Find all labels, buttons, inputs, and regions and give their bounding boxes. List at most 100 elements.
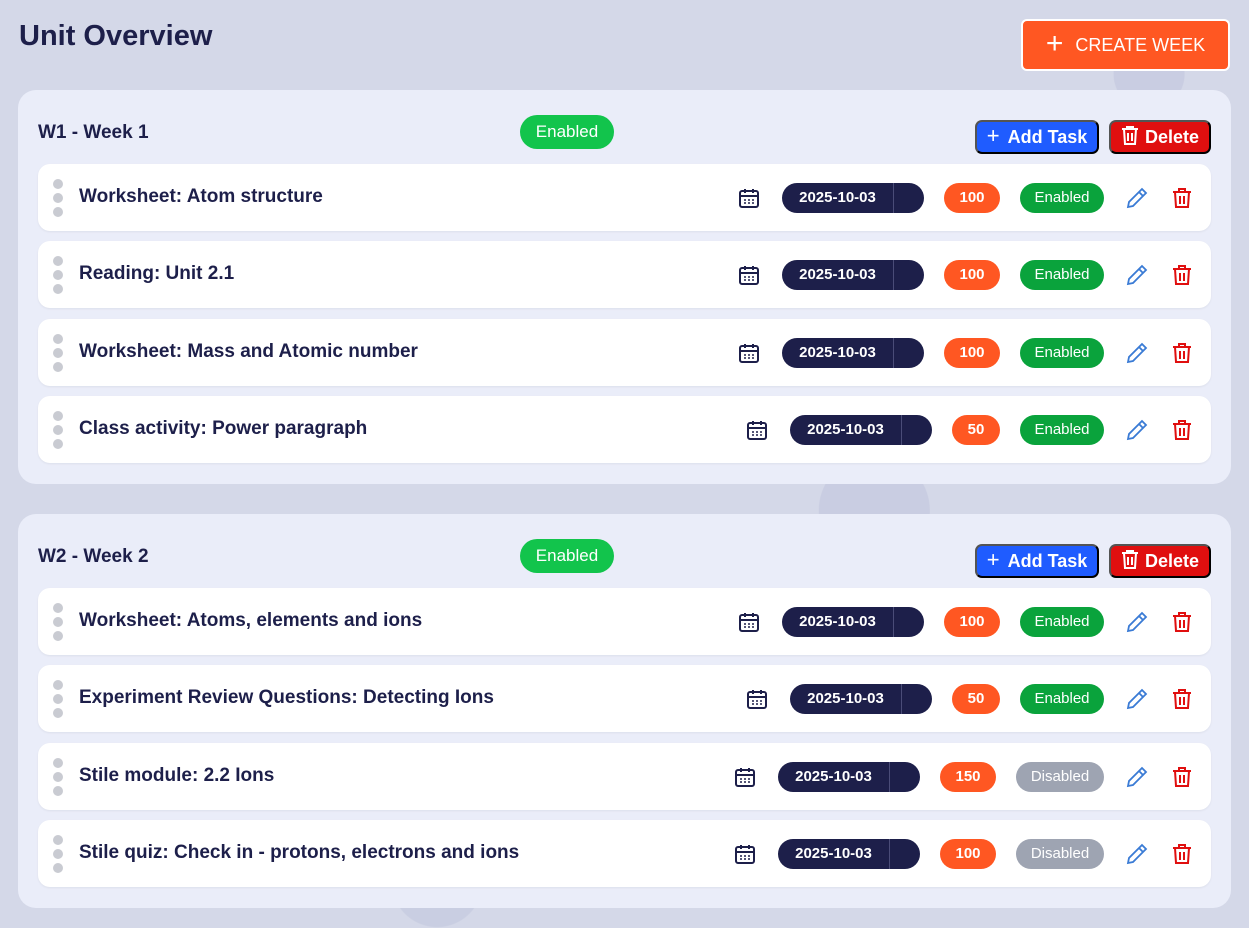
task-title: Reading: Unit 2.1 xyxy=(79,263,235,284)
trash-icon xyxy=(1121,549,1139,574)
due-date: 2025-10-03 xyxy=(799,344,876,361)
week-status-badge[interactable]: Enabled xyxy=(520,539,614,573)
points-badge: 100 xyxy=(944,182,1000,213)
due-date-pill[interactable]: 2025-10-03 xyxy=(782,337,924,368)
pencil-icon[interactable] xyxy=(1124,686,1150,712)
create-week-label: CREATE WEEK xyxy=(1075,34,1206,55)
pencil-icon[interactable] xyxy=(1124,841,1150,867)
task-title: Worksheet: Atom structure xyxy=(79,186,323,207)
page-title: Unit Overview xyxy=(19,20,213,52)
drag-handle-icon[interactable] xyxy=(53,411,63,449)
task-status-badge[interactable]: Enabled xyxy=(1020,414,1104,445)
calendar-icon[interactable] xyxy=(738,187,760,209)
trash-icon[interactable] xyxy=(1169,609,1195,635)
pencil-icon[interactable] xyxy=(1124,262,1150,288)
plus-icon: + xyxy=(1045,26,1064,60)
task-status-badge[interactable]: Enabled xyxy=(1020,259,1104,290)
points-badge: 150 xyxy=(940,761,996,792)
calendar-icon[interactable] xyxy=(734,843,756,865)
calendar-icon[interactable] xyxy=(738,611,760,633)
plus-icon: + xyxy=(986,547,1000,572)
drag-handle-icon[interactable] xyxy=(53,334,63,372)
points-badge: 100 xyxy=(944,606,1000,637)
add-task-button[interactable]: + Add Task xyxy=(975,544,1099,578)
points-badge: 100 xyxy=(940,838,996,869)
add-task-label: Add Task xyxy=(1007,126,1088,147)
pencil-icon[interactable] xyxy=(1124,764,1150,790)
points-badge: 50 xyxy=(952,683,1000,714)
due-date-pill[interactable]: 2025-10-03 xyxy=(782,606,924,637)
task-title: Worksheet: Atoms, elements and ions xyxy=(79,610,423,631)
task-row[interactable]: Worksheet: Atom structure 2025-10-03 100… xyxy=(38,164,1211,231)
task-row[interactable]: Class activity: Power paragraph 2025-10-… xyxy=(38,396,1211,463)
task-status-badge[interactable]: Disabled xyxy=(1016,838,1104,869)
trash-icon[interactable] xyxy=(1169,417,1195,443)
drag-handle-icon[interactable] xyxy=(53,603,63,641)
task-title: Class activity: Power paragraph xyxy=(79,418,368,439)
trash-icon[interactable] xyxy=(1169,340,1195,366)
task-status-badge[interactable]: Enabled xyxy=(1020,683,1104,714)
delete-label: Delete xyxy=(1144,126,1200,147)
task-status-badge[interactable]: Enabled xyxy=(1020,606,1104,637)
due-date: 2025-10-03 xyxy=(799,189,876,206)
trash-icon[interactable] xyxy=(1169,262,1195,288)
week-title: W1 - Week 1 xyxy=(38,122,149,143)
task-title: Worksheet: Mass and Atomic number xyxy=(79,341,418,362)
drag-handle-icon[interactable] xyxy=(53,758,63,796)
add-task-button[interactable]: + Add Task xyxy=(975,120,1099,154)
points-badge: 100 xyxy=(944,337,1000,368)
week-card: W1 - Week 1 Enabled + Add Task Delete Wo… xyxy=(18,90,1231,484)
task-title: Experiment Review Questions: Detecting I… xyxy=(79,687,494,708)
due-date: 2025-10-03 xyxy=(795,768,872,785)
pencil-icon[interactable] xyxy=(1124,340,1150,366)
task-row[interactable]: Stile quiz: Check in - protons, electron… xyxy=(38,820,1211,887)
delete-week-button[interactable]: Delete xyxy=(1109,544,1211,578)
drag-handle-icon[interactable] xyxy=(53,256,63,294)
trash-icon[interactable] xyxy=(1169,841,1195,867)
due-date-pill[interactable]: 2025-10-03 xyxy=(778,761,920,792)
points-badge: 50 xyxy=(952,414,1000,445)
task-title: Stile module: 2.2 Ions xyxy=(79,765,275,786)
due-date-pill[interactable]: 2025-10-03 xyxy=(782,182,924,213)
week-status-badge[interactable]: Enabled xyxy=(520,115,614,149)
trash-icon[interactable] xyxy=(1169,686,1195,712)
calendar-icon[interactable] xyxy=(746,419,768,441)
due-date-pill[interactable]: 2025-10-03 xyxy=(790,683,932,714)
delete-label: Delete xyxy=(1144,550,1200,571)
task-row[interactable]: Experiment Review Questions: Detecting I… xyxy=(38,665,1211,732)
due-date: 2025-10-03 xyxy=(795,845,872,862)
task-title: Stile quiz: Check in - protons, electron… xyxy=(79,842,520,863)
due-date: 2025-10-03 xyxy=(807,421,884,438)
task-row[interactable]: Stile module: 2.2 Ions 2025-10-03 150 Di… xyxy=(38,743,1211,810)
calendar-icon[interactable] xyxy=(734,766,756,788)
create-week-button[interactable]: + CREATE WEEK xyxy=(1021,19,1230,71)
week-card: W2 - Week 2 Enabled + Add Task Delete Wo… xyxy=(18,514,1231,908)
task-status-badge[interactable]: Disabled xyxy=(1016,761,1104,792)
calendar-icon[interactable] xyxy=(738,342,760,364)
trash-icon[interactable] xyxy=(1169,764,1195,790)
calendar-icon[interactable] xyxy=(746,688,768,710)
add-task-label: Add Task xyxy=(1007,550,1088,571)
task-row[interactable]: Worksheet: Mass and Atomic number 2025-1… xyxy=(38,319,1211,386)
due-date-pill[interactable]: 2025-10-03 xyxy=(778,838,920,869)
due-date: 2025-10-03 xyxy=(799,613,876,630)
due-date-pill[interactable]: 2025-10-03 xyxy=(790,414,932,445)
drag-handle-icon[interactable] xyxy=(53,179,63,217)
task-status-badge[interactable]: Enabled xyxy=(1020,337,1104,368)
delete-week-button[interactable]: Delete xyxy=(1109,120,1211,154)
task-status-badge[interactable]: Enabled xyxy=(1020,182,1104,213)
trash-icon[interactable] xyxy=(1169,185,1195,211)
week-title: W2 - Week 2 xyxy=(38,546,149,567)
points-badge: 100 xyxy=(944,259,1000,290)
plus-icon: + xyxy=(986,123,1000,148)
calendar-icon[interactable] xyxy=(738,264,760,286)
drag-handle-icon[interactable] xyxy=(53,680,63,718)
task-row[interactable]: Reading: Unit 2.1 2025-10-03 100 Enabled xyxy=(38,241,1211,308)
pencil-icon[interactable] xyxy=(1124,417,1150,443)
drag-handle-icon[interactable] xyxy=(53,835,63,873)
due-date: 2025-10-03 xyxy=(799,266,876,283)
pencil-icon[interactable] xyxy=(1124,609,1150,635)
pencil-icon[interactable] xyxy=(1124,185,1150,211)
due-date-pill[interactable]: 2025-10-03 xyxy=(782,259,924,290)
task-row[interactable]: Worksheet: Atoms, elements and ions 2025… xyxy=(38,588,1211,655)
